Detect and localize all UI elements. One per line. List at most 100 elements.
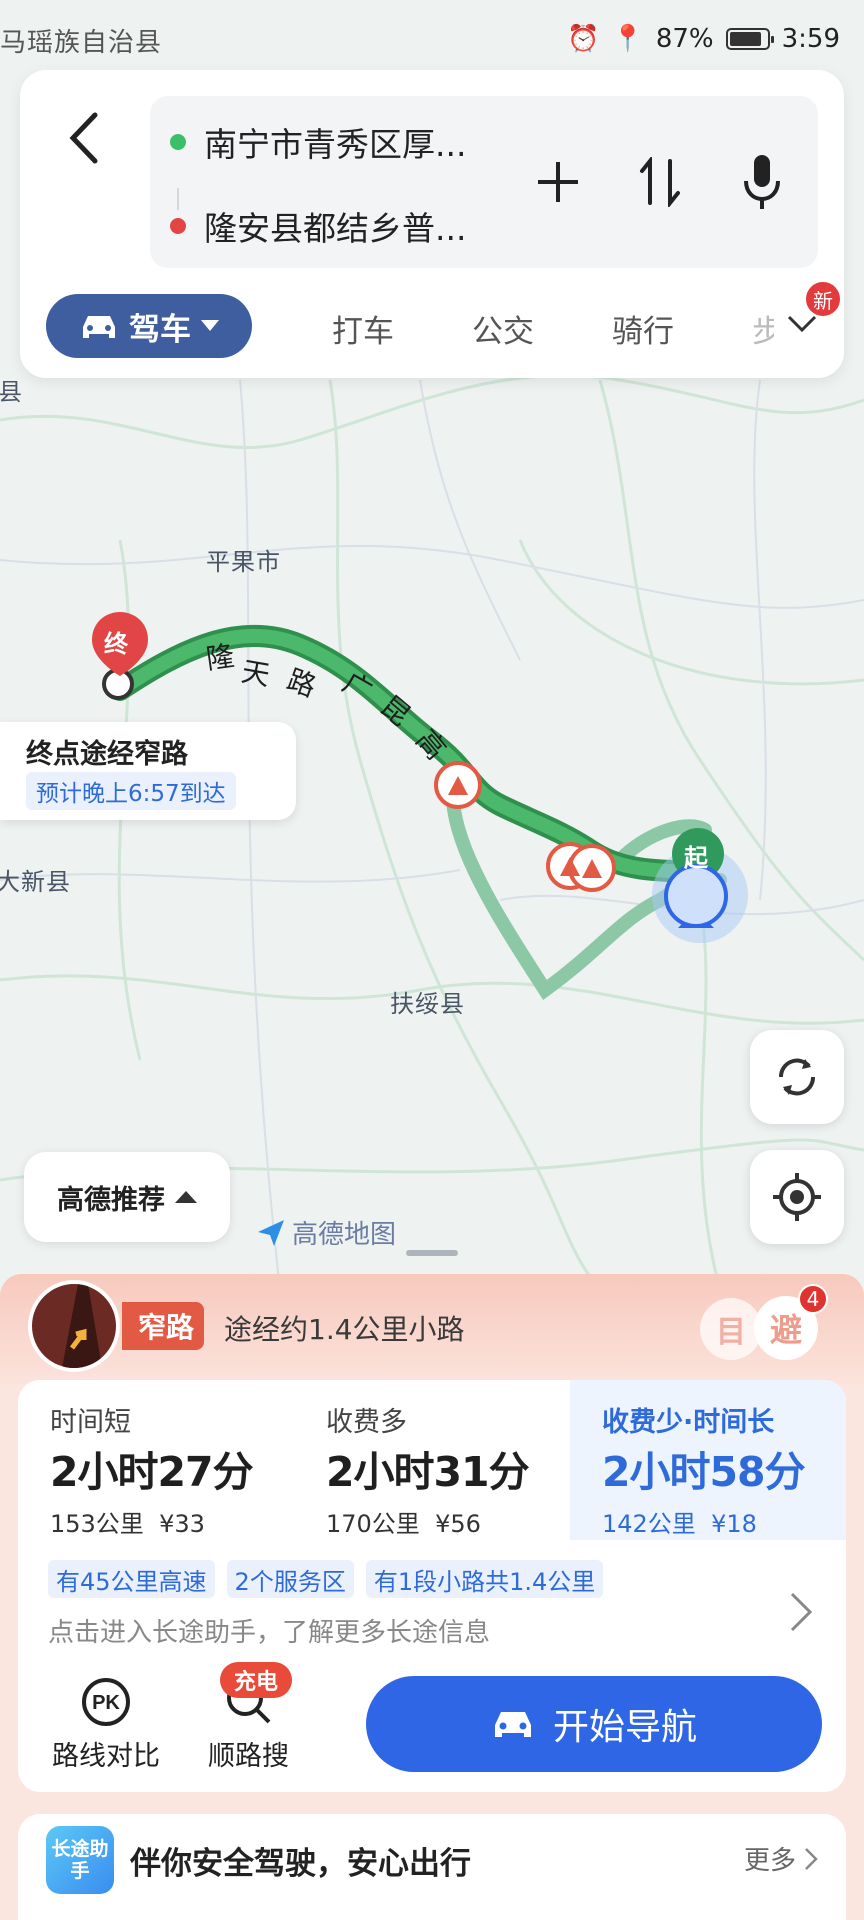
- dest-popup-title: 终点途经窄路: [26, 739, 188, 770]
- route-option[interactable]: 收费多 2小时31分 170公里 ¥56: [294, 1380, 554, 1540]
- map-label-daxin: 大新县: [0, 868, 71, 896]
- back-button[interactable]: [54, 108, 114, 168]
- start-marker-label: 起: [684, 844, 708, 872]
- refresh-route-button[interactable]: [750, 1030, 844, 1124]
- voice-button[interactable]: [736, 146, 788, 218]
- more-label: 更多: [743, 1846, 796, 1876]
- chevron-right-icon: [805, 1847, 818, 1870]
- route-option-label: 收费少·时间长: [602, 1407, 775, 1438]
- chevron-down-icon: [787, 315, 817, 333]
- tab-drive-label: 驾车: [129, 311, 191, 348]
- narrow-road-tag: 窄路: [122, 1302, 205, 1350]
- long-trip-tip[interactable]: 点击进入长途助手，了解更多长途信息: [48, 1612, 490, 1649]
- route-option-selected[interactable]: 收费少·时间长 2小时58分 142公里 ¥18: [570, 1380, 846, 1540]
- car-icon: [494, 1712, 531, 1737]
- end-marker-label: 终: [104, 630, 128, 658]
- recommend-label: 高德推荐: [57, 1184, 165, 1216]
- origin-destination-box: 南宁市青秀区厚... 隆安县都结乡普...: [150, 96, 818, 268]
- caret-up-icon: [175, 1191, 197, 1203]
- route-options-panel: 时间短 2小时27分 153公里 ¥33 收费多 2小时31分 170公里 ¥5…: [18, 1380, 846, 1792]
- map-watermark: 高德地图: [256, 1214, 396, 1251]
- origin-text: 南宁市青秀区厚...: [204, 125, 467, 164]
- start-navigation-button[interactable]: 开始导航: [366, 1676, 822, 1772]
- start-navigation-label: 开始导航: [552, 1707, 697, 1748]
- route-input-card: 南宁市青秀区厚... 隆安县都结乡普... 驾车 打车 公交 骑行 步 新: [20, 70, 844, 378]
- location-icon: 📍: [611, 24, 644, 54]
- swap-icon: [640, 157, 680, 207]
- microphone-icon: [744, 155, 780, 209]
- tab-bus[interactable]: 公交: [472, 306, 534, 351]
- battery-icon: [725, 28, 774, 50]
- route-option-meta: 170公里 ¥56: [326, 1510, 481, 1538]
- plus-icon: [538, 162, 578, 202]
- map-label-xian: 县: [0, 378, 23, 406]
- origin-dot-icon: [170, 134, 186, 150]
- route-result-sheet: 窄路 途经约1.4公里小路 目 避 4 时间短 2小时27分 153公里 ¥33…: [0, 1274, 864, 1920]
- route-option-duration: 2小时58分: [602, 1448, 806, 1496]
- origin-row[interactable]: 南宁市青秀区厚...: [170, 118, 466, 166]
- tab-taxi[interactable]: 打车: [332, 306, 394, 351]
- od-actions: [532, 146, 788, 218]
- feature-chip: 有1段小路共1.4公里: [365, 1560, 604, 1598]
- route-option-duration: 2小时27分: [50, 1448, 254, 1496]
- svg-text:PK: PK: [92, 1692, 120, 1714]
- destination-text: 隆安县都结乡普...: [204, 209, 467, 248]
- route-option-label: 时间短: [50, 1407, 131, 1438]
- alarm-icon: ⏰: [567, 24, 600, 54]
- along-route-search-label: 顺路搜: [208, 1741, 289, 1772]
- new-badge: 新: [804, 280, 842, 318]
- feature-chip: 有45公里高速: [48, 1560, 215, 1598]
- narrow-road-banner[interactable]: 窄路 途经约1.4公里小路 目 避 4: [0, 1274, 864, 1384]
- route-compare-label: 路线对比: [52, 1741, 160, 1772]
- car-icon: [83, 316, 115, 338]
- route-option-meta: 153公里 ¥33: [50, 1510, 205, 1538]
- travel-mode-tabs: 驾车 打车 公交 骑行 步 新: [46, 280, 842, 358]
- avoid-button[interactable]: 目 避 4: [700, 1284, 840, 1366]
- more-link[interactable]: 更多: [744, 1840, 818, 1877]
- add-waypoint-button[interactable]: [532, 146, 584, 218]
- crosshair-icon: [773, 1173, 821, 1221]
- map-label-pingguo: 平果市: [206, 548, 281, 576]
- tab-drive[interactable]: 驾车: [46, 294, 252, 358]
- locate-me-button[interactable]: [750, 1150, 844, 1244]
- avoid-count-badge: 4: [798, 1284, 828, 1314]
- narrow-road-desc: 途经约1.4公里小路: [224, 1313, 465, 1346]
- refresh-icon: [778, 1058, 816, 1096]
- dest-popup-eta: 预计晚上6:57到达: [26, 772, 236, 810]
- route-feature-chips: 有45公里高速 2个服务区 有1段小路共1.4公里: [48, 1560, 604, 1598]
- clock: 3:59: [781, 24, 840, 54]
- battery-percent: 87%: [655, 24, 714, 54]
- tab-walk[interactable]: 步: [752, 306, 774, 351]
- long-trip-assistant-logo: 长途助手: [46, 1826, 114, 1894]
- caret-down-icon: [201, 320, 219, 331]
- swap-button[interactable]: [634, 146, 686, 218]
- destination-row[interactable]: 隆安县都结乡普...: [170, 202, 466, 250]
- avoid-icon-back: 目: [700, 1298, 762, 1360]
- route-tools: PK 路线对比 顺路搜 充电 开始导航: [18, 1662, 846, 1776]
- route-option[interactable]: 时间短 2小时27分 153公里 ¥33: [18, 1380, 278, 1540]
- route-option-label: 收费多: [326, 1407, 407, 1438]
- route-option-duration: 2小时31分: [326, 1448, 530, 1496]
- chevron-right-icon[interactable]: [786, 1590, 816, 1634]
- tab-bike[interactable]: 骑行: [612, 306, 674, 351]
- pk-icon: PK: [82, 1678, 130, 1726]
- map-label-fusui: 扶绥县: [390, 990, 465, 1018]
- recommend-dropdown[interactable]: 高德推荐: [24, 1152, 230, 1242]
- charging-tag: 充电: [220, 1662, 293, 1698]
- watermark-text: 高德地图: [292, 1220, 397, 1250]
- safe-drive-text: 伴你安全驾驶，安心出行: [130, 1846, 471, 1882]
- sheet-drag-handle[interactable]: [406, 1250, 458, 1256]
- amap-logo-icon: [258, 1219, 284, 1246]
- more-modes-button[interactable]: 新: [772, 280, 842, 354]
- route-compare-button[interactable]: PK 路线对比: [52, 1676, 160, 1773]
- long-trip-assistant-card[interactable]: 长途助手 伴你安全驾驶，安心出行 更多: [18, 1814, 846, 1920]
- back-arrow-icon: [69, 112, 98, 164]
- destination-dot-icon: [170, 218, 186, 234]
- status-right: ⏰ 📍 87% 3:59: [567, 24, 840, 54]
- destination-popup[interactable]: 终点途经窄路 预计晚上6:57到达: [0, 722, 296, 820]
- status-left-apps: 马瑶族自治县: [0, 28, 163, 58]
- road-name-char: 隆: [204, 639, 238, 676]
- feature-chip: 2个服务区: [226, 1560, 354, 1598]
- route-option-meta: 142公里 ¥18: [602, 1510, 757, 1538]
- narrow-road-icon: [28, 1280, 120, 1372]
